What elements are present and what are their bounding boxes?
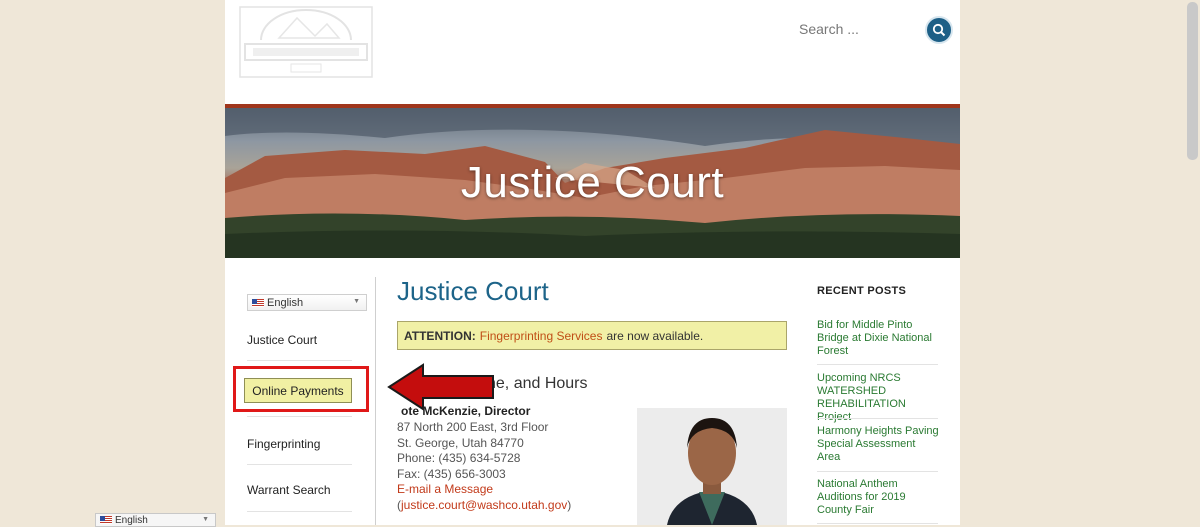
phone-line: Phone: (435) 634-5728 — [397, 451, 521, 465]
page-title: Justice Court — [397, 276, 549, 306]
sidebar-divider — [247, 511, 352, 512]
portrait-image — [637, 408, 787, 525]
recent-post-link[interactable]: Bid for Middle Pinto Bridge at Dixie Nat… — [817, 319, 939, 358]
post-divider — [817, 523, 938, 524]
fingerprinting-services-link[interactable]: Fingerprinting Services — [480, 329, 603, 343]
us-flag-icon — [100, 516, 112, 524]
sidebar-item-fingerprinting[interactable]: Fingerprinting — [247, 437, 320, 451]
chevron-down-icon: ▼ — [353, 298, 360, 305]
director-photo — [637, 408, 787, 525]
us-flag-icon — [252, 298, 264, 307]
translate-language-label: English — [115, 514, 148, 526]
address-line: 87 North 200 East, 3rd Floor — [397, 420, 549, 434]
highlight-annotation-box — [233, 366, 369, 412]
attention-label: ATTENTION: — [404, 328, 476, 343]
search-button[interactable] — [925, 16, 953, 44]
recent-posts-heading: RECENT POSTS — [817, 285, 907, 297]
post-divider — [817, 418, 938, 419]
sidebar-divider — [247, 416, 352, 417]
language-select[interactable]: English ▼ — [247, 294, 367, 311]
sidebar-item-warrant-search[interactable]: Warrant Search — [247, 483, 331, 497]
address-line: St. George, Utah 84770 — [397, 436, 524, 450]
sidebar-divider — [247, 360, 352, 361]
recent-post-link[interactable]: Harmony Heights Paving Special Assessmen… — [817, 425, 939, 464]
recent-post-link[interactable]: National Anthem Auditions for 2019 Count… — [817, 478, 939, 517]
attention-text: are now available. — [606, 328, 704, 343]
email-address: (justice.court@washco.utah.gov) — [397, 498, 572, 512]
email-message-link[interactable]: E-mail a Message — [397, 482, 493, 496]
county-logo[interactable] — [239, 6, 373, 78]
email-address-link[interactable]: justice.court@washco.utah.gov — [401, 498, 567, 512]
post-divider — [817, 471, 938, 472]
recent-post-link[interactable]: Upcoming NRCS WATERSHED REHABILITATION P… — [817, 372, 939, 424]
fax-line: Fax: (435) 656-3003 — [397, 467, 506, 481]
language-label: English — [267, 296, 304, 309]
column-divider — [375, 277, 376, 525]
post-divider — [817, 364, 938, 365]
chevron-down-icon: ▼ — [202, 516, 209, 523]
hero-banner: Justice Court — [225, 108, 960, 258]
sidebar-divider — [247, 464, 352, 465]
director-name: ote McKenzie, Director — [401, 404, 531, 418]
hero-title: Justice Court — [460, 158, 725, 207]
search-icon — [932, 23, 946, 37]
attention-notice: ATTENTION: Fingerprinting Services are n… — [397, 321, 787, 350]
page-container: Search ... Justice Court English ▼ Justi… — [225, 0, 960, 525]
site-header: Search ... — [225, 0, 960, 104]
scrollbar-thumb[interactable] — [1187, 2, 1198, 160]
sidebar-item-justice-court[interactable]: Justice Court — [247, 333, 317, 347]
search-input[interactable]: Search ... — [799, 21, 859, 37]
section-title: ne, and Hours — [487, 375, 588, 392]
